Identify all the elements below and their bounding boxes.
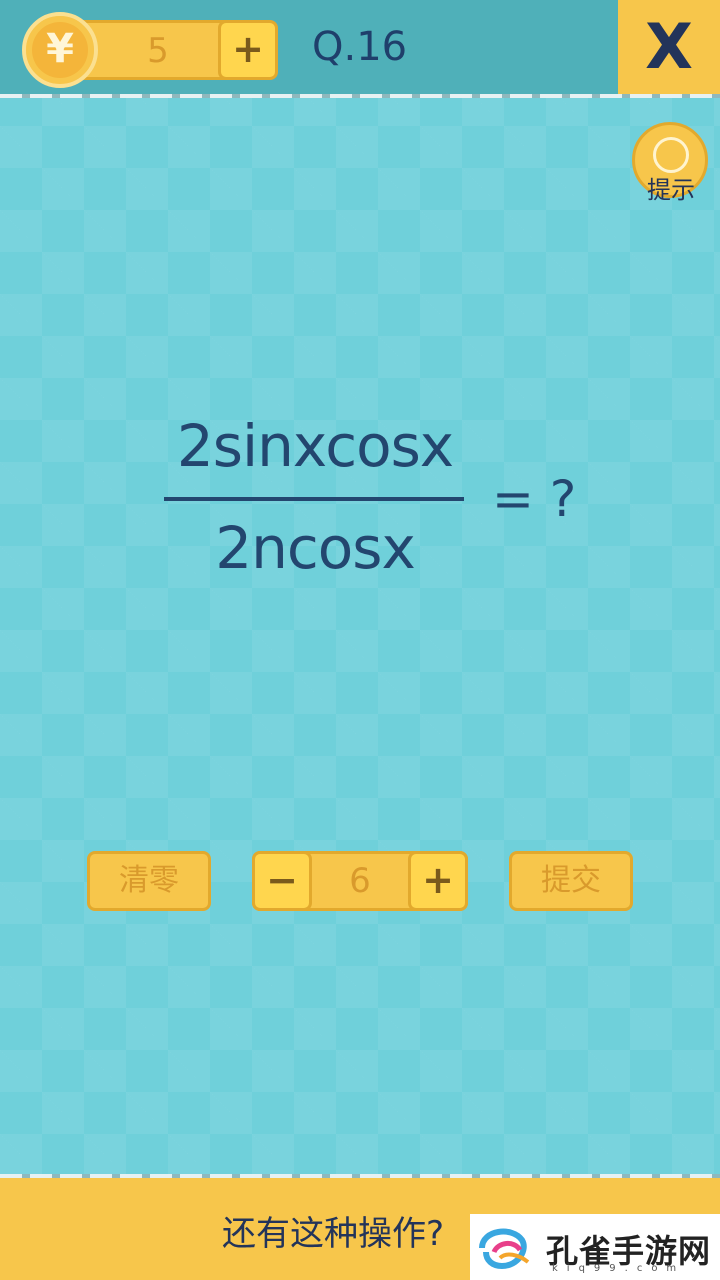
watermark-url: kiq99.com: [552, 1263, 686, 1274]
fraction-bar: [164, 497, 464, 501]
equals-question: = ?: [492, 470, 577, 528]
coin-icon: ¥: [22, 12, 98, 88]
close-button[interactable]: X: [618, 0, 720, 94]
hint-label: 提示: [647, 176, 695, 204]
coin-count: 5: [147, 31, 169, 71]
add-coins-button[interactable]: +: [218, 20, 278, 80]
fraction-numerator: 2sinxcosx: [176, 412, 454, 480]
question-number: Q.16: [312, 24, 408, 70]
decrement-button[interactable]: −: [252, 851, 312, 911]
lightbulb-icon: [653, 137, 689, 173]
submit-button[interactable]: 提交: [509, 851, 633, 911]
footer-text: 还有这种操作?: [222, 1214, 445, 1254]
fraction-denominator: 2ncosx: [215, 514, 416, 582]
top-divider: [0, 94, 720, 98]
clear-button[interactable]: 清零: [87, 851, 211, 911]
increment-button[interactable]: +: [408, 851, 468, 911]
watermark-logo-icon: [479, 1228, 530, 1270]
answer-value: 6: [349, 861, 371, 901]
